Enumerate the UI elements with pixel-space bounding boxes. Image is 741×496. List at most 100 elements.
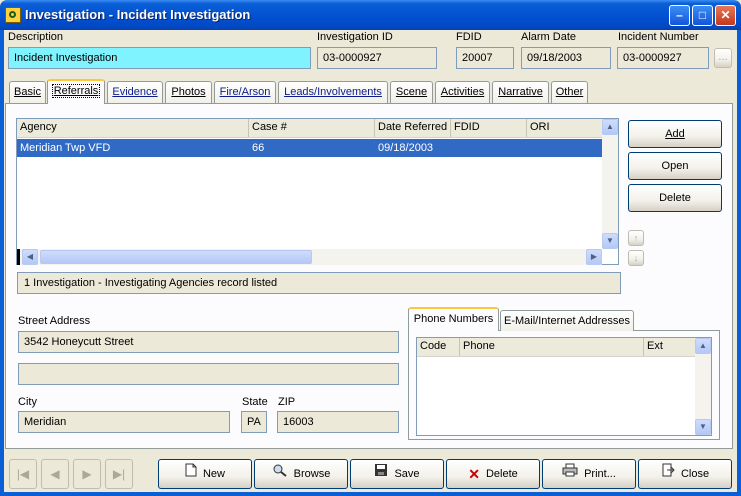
next-icon: ▶ xyxy=(82,467,92,481)
last-record-button[interactable]: ▶| xyxy=(105,459,133,489)
next-record-button[interactable]: ▶ xyxy=(73,459,101,489)
chevron-down-icon: ▼ xyxy=(699,422,707,431)
zip-field[interactable]: 16003 xyxy=(277,411,399,433)
window-title: Investigation - Incident Investigation xyxy=(25,7,251,22)
app-icon xyxy=(5,7,21,23)
chevron-left-icon: ◀ xyxy=(26,252,34,261)
tab-leads-involvements[interactable]: Leads/Involvements xyxy=(278,81,388,103)
state-label: State xyxy=(242,396,268,408)
tab-photos[interactable]: Photos xyxy=(165,81,212,103)
state-field[interactable]: PA xyxy=(241,411,267,433)
description-field[interactable]: Incident Investigation xyxy=(8,47,311,69)
add-button-label: Add xyxy=(665,128,685,140)
save-disk-icon xyxy=(374,460,388,488)
investigation-id-field[interactable]: 03-0000927 xyxy=(317,47,437,69)
column-header-case[interactable]: Case # xyxy=(249,119,375,137)
chevron-up-icon: ▲ xyxy=(699,341,707,350)
browse-icon xyxy=(272,460,288,488)
new-button-label: New xyxy=(202,468,225,480)
scroll-down-button[interactable]: ▼ xyxy=(602,233,618,249)
referrals-list[interactable]: Agency Case # Date Referred FDID ORI Mer… xyxy=(16,118,619,265)
chevron-right-icon: ▶ xyxy=(590,252,598,261)
zip-label: ZIP xyxy=(278,396,296,408)
maximize-icon: □ xyxy=(698,8,707,22)
move-down-button[interactable]: ↓ xyxy=(628,250,644,266)
previous-record-button[interactable]: ◀ xyxy=(41,459,69,489)
close-window-button[interactable]: ✕ xyxy=(715,5,736,26)
open-button-label: Open xyxy=(661,160,689,172)
column-header-code[interactable]: Code xyxy=(417,338,460,356)
tab-email-addresses[interactable]: E-Mail/Internet Addresses xyxy=(500,310,634,331)
incident-lookup-button[interactable]: ... xyxy=(714,48,732,68)
first-icon: |◀ xyxy=(16,467,30,481)
previous-icon: ◀ xyxy=(50,467,60,481)
tab-evidence[interactable]: Evidence xyxy=(107,81,163,103)
close-button-label: Close xyxy=(680,468,710,480)
alarm-date-field[interactable]: 09/18/2003 xyxy=(521,47,611,69)
tab-other[interactable]: Other xyxy=(551,81,588,103)
scroll-left-button[interactable]: ◀ xyxy=(22,249,38,265)
open-button[interactable]: Open xyxy=(628,152,722,180)
phone-list-header: Code Phone Ext xyxy=(417,338,711,357)
street-address-field[interactable]: 3542 Honeycutt Street xyxy=(18,331,399,353)
minimize-button[interactable]: – xyxy=(669,5,690,26)
scroll-right-button[interactable]: ▶ xyxy=(586,249,602,265)
tab-referrals-label: Referrals xyxy=(51,84,101,98)
add-button[interactable]: Add xyxy=(628,120,722,148)
print-button[interactable]: Print... xyxy=(542,459,636,489)
save-button[interactable]: Save xyxy=(350,459,444,489)
split-marker xyxy=(17,249,20,265)
column-header-phone[interactable]: Phone xyxy=(460,338,644,356)
maximize-button[interactable]: □ xyxy=(692,5,713,26)
scroll-thumb[interactable] xyxy=(40,250,312,264)
street-address-line2-field[interactable] xyxy=(18,363,399,385)
browse-button[interactable]: Browse xyxy=(254,459,348,489)
fdid-label: FDID xyxy=(456,31,482,43)
tab-referrals[interactable]: Referrals xyxy=(47,79,105,104)
cell-agency: Meridian Twp VFD xyxy=(20,142,111,154)
printer-icon xyxy=(562,460,578,488)
phone-scroll-up-button[interactable]: ▲ xyxy=(695,338,711,354)
incident-number-field[interactable]: 03-0000927 xyxy=(617,47,709,69)
delete-x-icon: ✕ xyxy=(468,466,480,483)
phone-scroll-down-button[interactable]: ▼ xyxy=(695,419,711,435)
chevron-down-icon: ▼ xyxy=(606,236,614,245)
move-up-button[interactable]: ↑ xyxy=(628,230,644,246)
city-field[interactable]: Meridian xyxy=(18,411,230,433)
new-document-icon xyxy=(185,460,197,488)
referrals-list-header: Agency Case # Date Referred FDID ORI xyxy=(17,119,618,138)
fdid-field[interactable]: 20007 xyxy=(456,47,514,69)
tab-phone-numbers[interactable]: Phone Numbers xyxy=(408,307,499,331)
delete-button-label: Delete xyxy=(485,468,518,480)
column-header-fdid[interactable]: FDID xyxy=(451,119,527,137)
cell-date-referred: 09/18/2003 xyxy=(378,142,434,154)
print-button-label: Print... xyxy=(584,468,616,480)
scroll-up-button[interactable]: ▲ xyxy=(602,119,618,135)
close-button[interactable]: Close xyxy=(638,459,732,489)
exit-door-icon xyxy=(661,460,675,488)
delete-button[interactable]: ✕ Delete xyxy=(446,459,540,489)
vertical-scrollbar[interactable] xyxy=(602,119,618,249)
delete-referral-button-label: Delete xyxy=(659,192,691,204)
column-header-date-referred[interactable]: Date Referred xyxy=(375,119,451,137)
save-button-label: Save xyxy=(394,468,420,480)
table-row[interactable]: Meridian Twp VFD 66 09/18/2003 xyxy=(17,139,603,157)
tab-fire-arson[interactable]: Fire/Arson xyxy=(214,81,276,103)
first-record-button[interactable]: |◀ xyxy=(9,459,37,489)
cell-case: 66 xyxy=(252,142,265,154)
new-button[interactable]: New xyxy=(158,459,252,489)
street-address-label: Street Address xyxy=(18,315,91,327)
column-header-ext[interactable]: Ext xyxy=(644,338,695,356)
tab-narrative[interactable]: Narrative xyxy=(492,81,549,103)
column-header-ori[interactable]: ORI xyxy=(527,119,601,137)
close-icon: ✕ xyxy=(720,8,731,22)
arrow-up-icon: ↑ xyxy=(633,233,639,243)
cell-ori xyxy=(527,139,603,157)
tab-basic[interactable]: Basic xyxy=(9,81,46,103)
cell-fdid xyxy=(451,139,527,157)
tab-activities[interactable]: Activities xyxy=(435,81,490,103)
delete-referral-button[interactable]: Delete xyxy=(628,184,722,212)
phone-list[interactable]: Code Phone Ext xyxy=(416,337,712,436)
tab-scene[interactable]: Scene xyxy=(390,81,433,103)
column-header-agency[interactable]: Agency xyxy=(17,119,249,137)
